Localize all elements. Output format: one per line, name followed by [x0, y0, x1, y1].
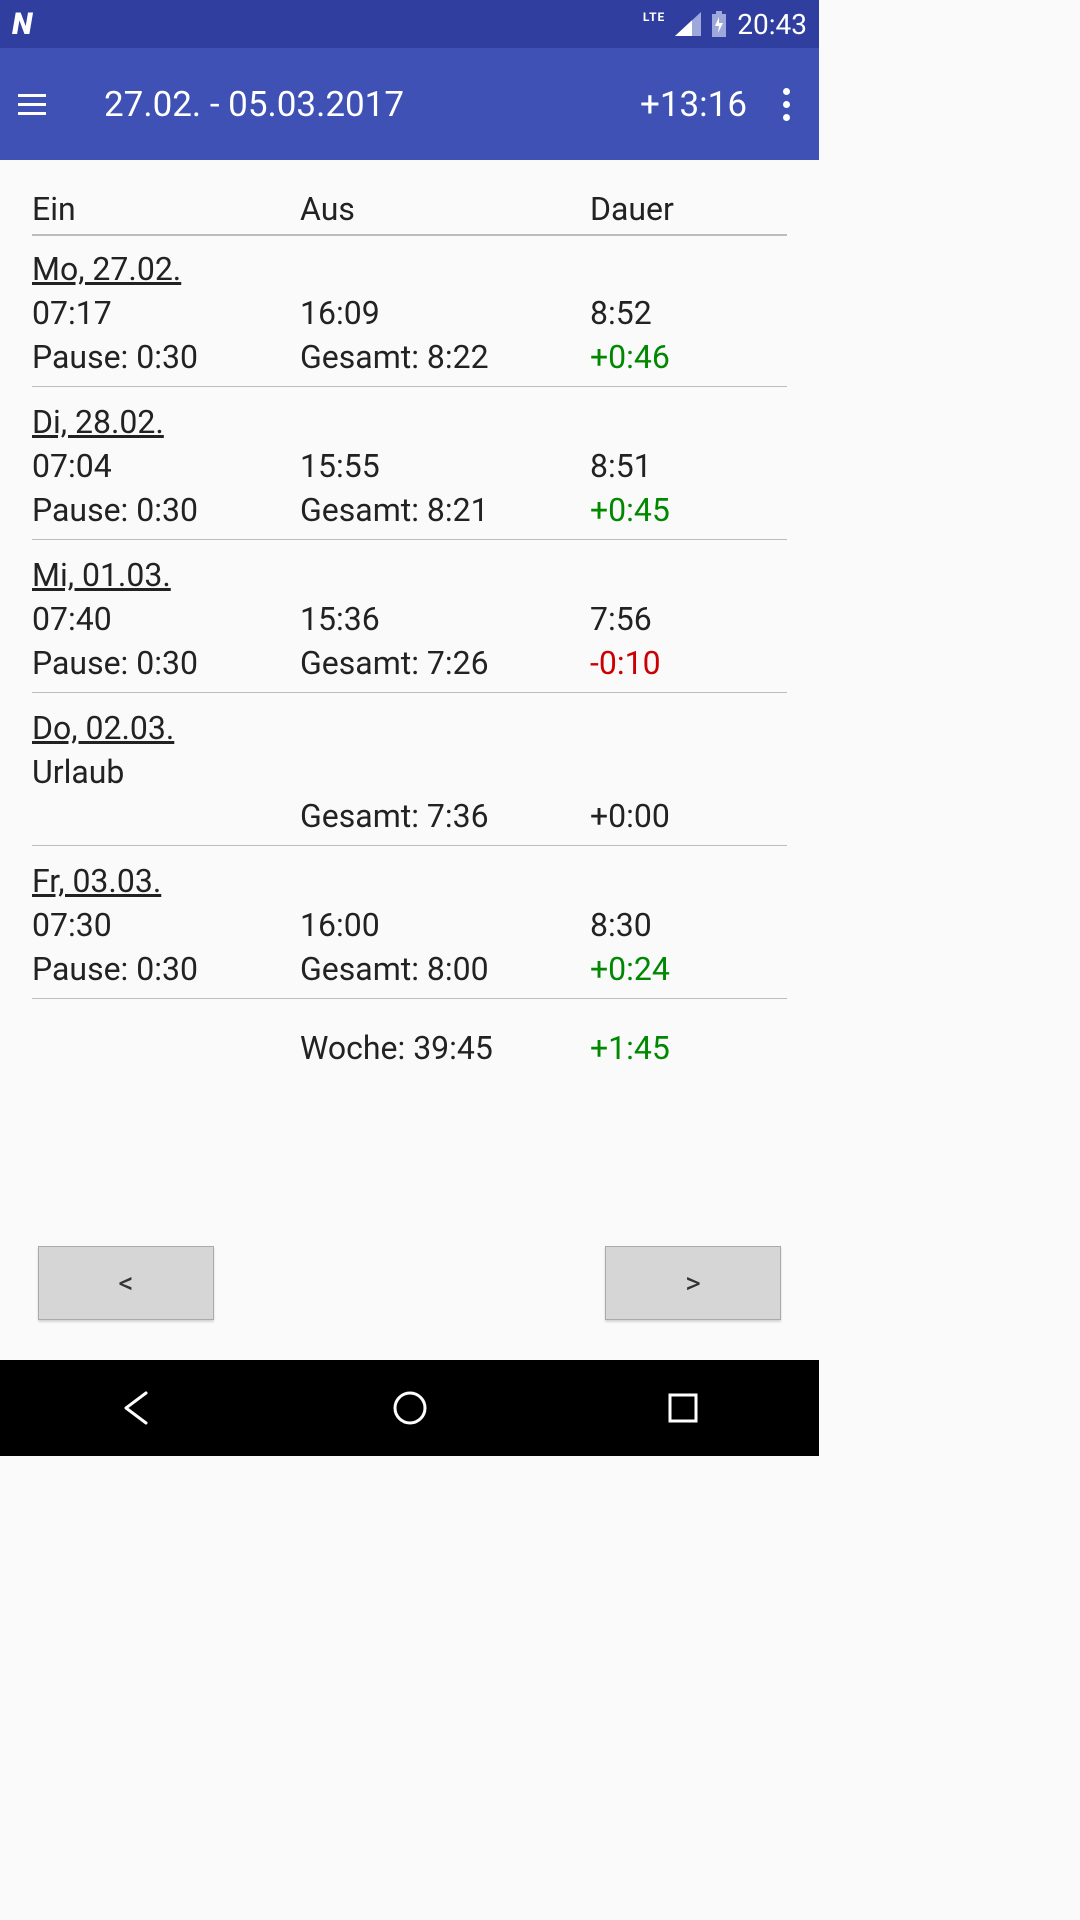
gesamt-value: Gesamt: 7:26	[300, 644, 590, 682]
table-headers: Ein Aus Dauer	[32, 190, 787, 234]
dauer-value: 8:51	[590, 447, 787, 485]
diff-value: +0:46	[590, 338, 787, 376]
week-diff: +1:45	[590, 1029, 787, 1067]
date-link[interactable]: Do, 02.03.	[32, 709, 174, 747]
gesamt-value: Gesamt: 8:00	[300, 950, 590, 988]
android-nav-bar	[0, 1360, 819, 1456]
pause-value	[32, 797, 300, 835]
prev-button[interactable]: <	[38, 1246, 214, 1320]
pause-value: Pause: 0:30	[32, 644, 300, 682]
diff-value: -0:10	[590, 644, 787, 682]
date-link[interactable]: Mi, 01.03.	[32, 556, 171, 594]
pause-value: Pause: 0:30	[32, 338, 300, 376]
nav-buttons: < >	[32, 1246, 787, 1360]
overflow-icon[interactable]	[771, 88, 801, 121]
header-dauer: Dauer	[590, 190, 787, 228]
pause-value: Pause: 0:30	[32, 491, 300, 529]
gesamt-value: Gesamt: 8:22	[300, 338, 590, 376]
dauer-value: 7:56	[590, 600, 787, 638]
network-label: LTE	[643, 10, 665, 24]
date-link[interactable]: Mo, 27.02.	[32, 250, 181, 288]
diff-value: +0:45	[590, 491, 787, 529]
battery-icon	[711, 11, 727, 37]
ein-value: 07:30	[32, 906, 300, 944]
recent-icon[interactable]	[660, 1385, 706, 1431]
gesamt-value: Gesamt: 8:21	[300, 491, 590, 529]
status-clock: 20:43	[737, 8, 807, 41]
diff-value: +0:00	[590, 797, 787, 835]
dauer-value: 8:52	[590, 294, 787, 332]
aus-value: 16:09	[300, 294, 590, 332]
table-row[interactable]: Mo, 27.02. 07:1716:098:52 Pause: 0:30Gesam…	[32, 250, 787, 387]
header-ein: Ein	[32, 190, 300, 228]
gesamt-value: Gesamt: 7:36	[300, 797, 590, 835]
n-logo-icon: N	[12, 7, 30, 42]
menu-icon[interactable]	[18, 84, 58, 124]
ein-value: 07:40	[32, 600, 300, 638]
content: Ein Aus Dauer Mo, 27.02. 07:1716:098:52 Pa…	[0, 160, 819, 1360]
ein-value: 07:04	[32, 447, 300, 485]
dauer-value: 8:30	[590, 906, 787, 944]
table-row[interactable]: Mi, 01.03. 07:4015:367:56 Pause: 0:30Gesam…	[32, 556, 787, 693]
pause-value: Pause: 0:30	[32, 950, 300, 988]
aus-value: 16:00	[300, 906, 590, 944]
status-logo: N	[12, 7, 30, 42]
aus-value: 15:55	[300, 447, 590, 485]
aus-value: 15:36	[300, 600, 590, 638]
date-link[interactable]: Fr, 03.03.	[32, 862, 161, 900]
date-link[interactable]: Di, 28.02.	[32, 403, 164, 441]
table-row[interactable]: Do, 02.03. UrlaubGesamt: 7:36+0:00	[32, 709, 787, 846]
page-title: 27.02. - 05.03.2017	[104, 84, 640, 125]
week-total: Woche: 39:45	[300, 1029, 590, 1067]
balance-value: +13:16	[640, 84, 747, 125]
entry-note: Urlaub	[32, 753, 300, 791]
ein-value: 07:17	[32, 294, 300, 332]
table-row[interactable]: Fr, 03.03. 07:3016:008:30 Pause: 0:30Gesam…	[32, 862, 787, 999]
week-summary: Woche: 39:45 +1:45	[32, 1029, 787, 1067]
signal-icon	[675, 12, 701, 36]
diff-value: +0:24	[590, 950, 787, 988]
back-icon[interactable]	[114, 1385, 160, 1431]
table-row[interactable]: Di, 28.02. 07:0415:558:51 Pause: 0:30Gesam…	[32, 403, 787, 540]
next-button[interactable]: >	[605, 1246, 781, 1320]
home-icon[interactable]	[387, 1385, 433, 1431]
app-bar: 27.02. - 05.03.2017 +13:16	[0, 48, 819, 160]
header-divider	[32, 234, 787, 236]
status-bar: N LTE 20:43	[0, 0, 819, 48]
header-aus: Aus	[300, 190, 590, 228]
